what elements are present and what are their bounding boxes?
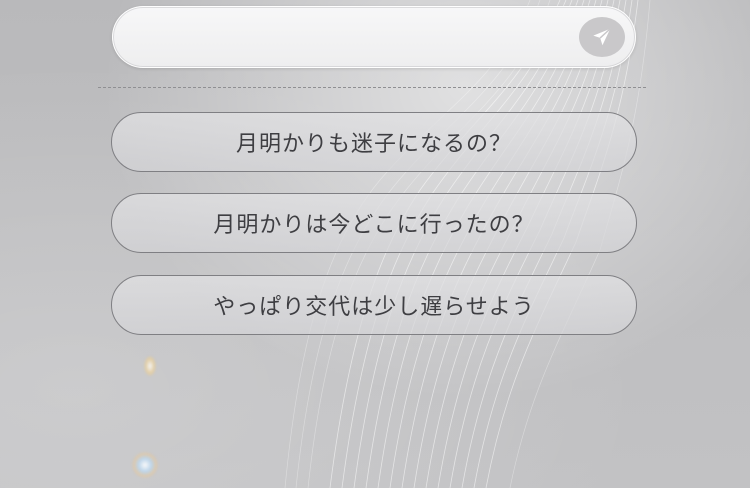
light-sparkle [144,356,156,376]
message-input[interactable] [135,7,579,69]
section-divider [98,87,646,88]
suggestion-button[interactable]: 月明かりは今どこに行ったの？ [111,193,637,253]
suggestion-label: 月明かりは今どこに行ったの？ [213,213,535,238]
send-button[interactable] [579,17,625,57]
light-sparkle [132,452,158,478]
chat-input-bar [112,6,636,69]
suggestion-label: 月明かりも迷子になるの？ [235,132,512,157]
suggestion-button[interactable]: やっぱり交代は少し遅らせよう [111,275,637,335]
suggestion-button[interactable]: 月明かりも迷子になるの？ [111,112,637,172]
suggestion-label: やっぱり交代は少し遅らせよう [213,295,535,320]
send-icon [593,28,611,46]
